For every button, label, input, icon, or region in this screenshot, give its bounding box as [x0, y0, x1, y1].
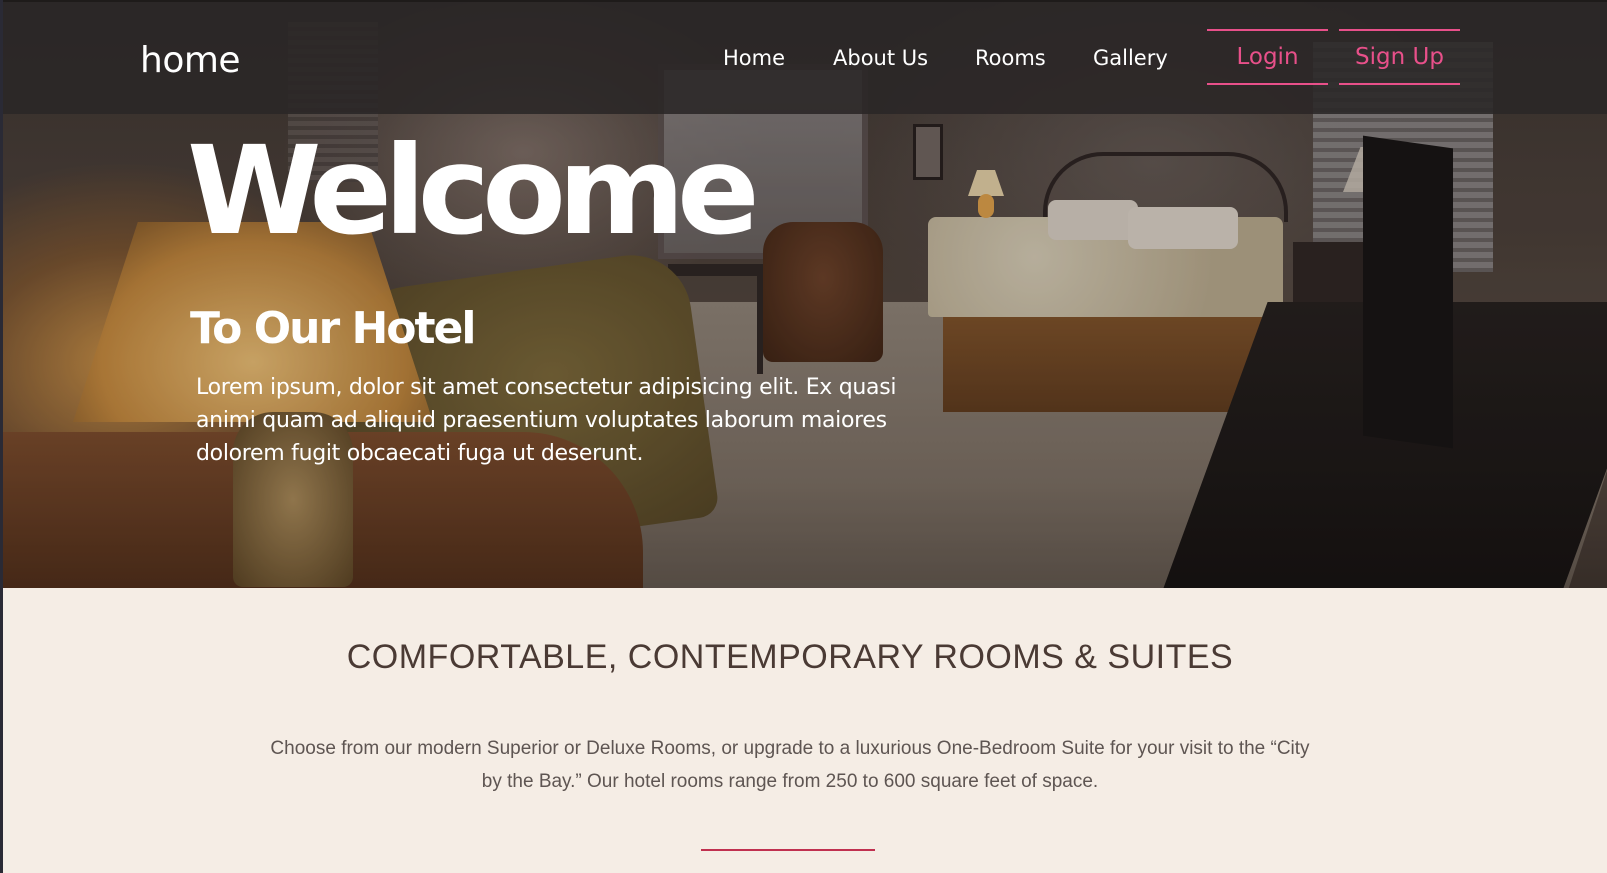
- hero-paragraph: Lorem ipsum, dolor sit amet consectetur …: [196, 375, 897, 466]
- brand-logo[interactable]: home: [140, 40, 241, 81]
- login-button[interactable]: Login: [1207, 29, 1328, 85]
- nav-about-link[interactable]: About Us: [833, 46, 928, 70]
- nav-rooms-link[interactable]: Rooms: [975, 46, 1046, 70]
- section-divider: [701, 849, 875, 851]
- navbar: home Home About Us Rooms Gallery Login S…: [3, 2, 1607, 114]
- hero-title: Welcome: [187, 120, 760, 262]
- nav-home-link[interactable]: Home: [723, 46, 785, 70]
- nav-gallery-link[interactable]: Gallery: [1093, 46, 1168, 70]
- rooms-section: COMFORTABLE, CONTEMPORARY ROOMS & SUITES…: [3, 588, 1607, 873]
- rooms-description: Choose from our modern Superior or Delux…: [270, 738, 1310, 792]
- hero-subtitle: To Our Hotel: [190, 303, 476, 354]
- signup-button[interactable]: Sign Up: [1339, 29, 1460, 85]
- rooms-heading: COMFORTABLE, CONTEMPORARY ROOMS & SUITES: [346, 638, 1234, 676]
- page: home Home About Us Rooms Gallery Login S…: [0, 0, 1607, 873]
